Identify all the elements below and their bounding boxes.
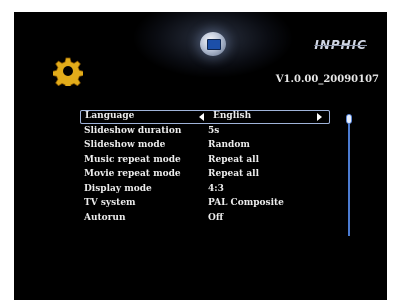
menu-item-label: Autorun bbox=[84, 212, 126, 223]
menu-item-label: Display mode bbox=[84, 183, 152, 194]
osd-screen: INPHIC V1.0.00_20090107 Language English… bbox=[14, 12, 387, 300]
menu-item-label: Movie repeat mode bbox=[84, 169, 181, 179]
menu-item-label: TV system bbox=[84, 198, 136, 208]
arrow-right-icon[interactable] bbox=[317, 113, 322, 121]
scrollbar-track[interactable] bbox=[348, 118, 350, 236]
menu-item-value: Random bbox=[208, 140, 250, 150]
menu-item-value: Off bbox=[208, 212, 224, 223]
menu-item-value: 5s bbox=[208, 125, 220, 136]
menu-item-value: Repeat all bbox=[208, 169, 260, 179]
menu-item-autorun[interactable]: Autorun Off bbox=[80, 212, 330, 226]
device-screen-graphic bbox=[207, 39, 221, 50]
gear-icon bbox=[53, 57, 83, 86]
menu-item-label: Slideshow mode bbox=[84, 140, 166, 150]
scrollbar-thumb[interactable] bbox=[346, 114, 352, 124]
menu-item-label: Slideshow duration bbox=[84, 125, 182, 136]
menu-item-label: Language bbox=[85, 111, 135, 121]
menu-item-slideshow-duration[interactable]: Slideshow duration 5s bbox=[80, 125, 330, 139]
menu-item-value: 4:3 bbox=[208, 183, 224, 194]
tv-device-icon bbox=[200, 32, 226, 56]
menu-item-language[interactable]: Language English bbox=[80, 110, 330, 124]
menu-scrollbar[interactable] bbox=[346, 114, 352, 236]
menu-item-music-repeat-mode[interactable]: Music repeat mode Repeat all bbox=[80, 154, 330, 168]
menu-item-value: English bbox=[213, 111, 252, 121]
settings-menu: Language English Slideshow duration 5s S… bbox=[80, 110, 330, 226]
menu-item-display-mode[interactable]: Display mode 4:3 bbox=[80, 183, 330, 197]
menu-item-slideshow-mode[interactable]: Slideshow mode Random bbox=[80, 139, 330, 153]
menu-item-label: Music repeat mode bbox=[84, 154, 181, 165]
menu-item-movie-repeat-mode[interactable]: Movie repeat mode Repeat all bbox=[80, 168, 330, 182]
arrow-left-icon[interactable] bbox=[199, 113, 204, 121]
brand-logo: INPHIC bbox=[314, 38, 367, 52]
menu-item-tv-system[interactable]: TV system PAL Composite bbox=[80, 197, 330, 211]
firmware-version: V1.0.00_20090107 bbox=[275, 74, 379, 85]
menu-item-value: Repeat all bbox=[208, 154, 260, 165]
menu-item-value: PAL Composite bbox=[208, 198, 284, 208]
